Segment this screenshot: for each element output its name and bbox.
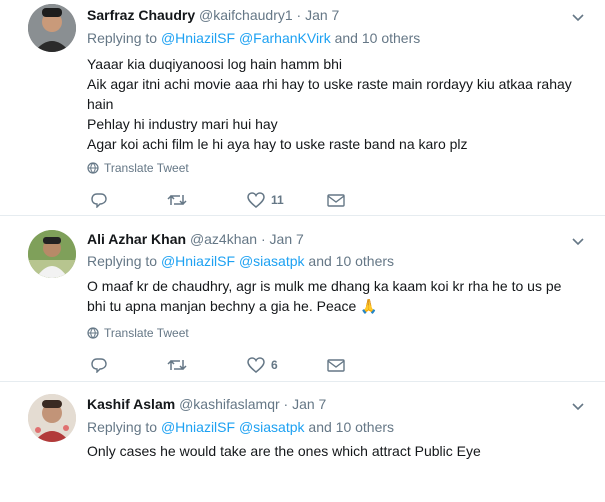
replying-label: Replying to: [87, 419, 158, 435]
handle[interactable]: @kashifaslamqr: [179, 396, 280, 412]
tweet-line: Pehlay hi industry mari hui hay: [87, 116, 278, 132]
like-icon: [247, 357, 265, 373]
others-link[interactable]: and 10 others: [335, 30, 421, 46]
avatar[interactable]: [28, 230, 76, 278]
tweet-header: Kashif Aslam @kashifaslamqr · Jan 7: [87, 395, 326, 413]
replying-to: Replying to @HniazilSF @siasatpk and 10 …: [87, 252, 394, 270]
avatar-image: [28, 230, 76, 278]
mention-link[interactable]: @HniazilSF: [161, 30, 235, 46]
reply-button[interactable]: [91, 190, 113, 210]
retweet-button[interactable]: [167, 355, 193, 375]
mention-link[interactable]: @siasatpk: [239, 253, 305, 269]
tweet-line: Yaaar kia duqiyanoosi log hain hamm bhi: [87, 56, 343, 72]
retweet-button[interactable]: [167, 190, 193, 210]
tweet-actions: 6: [87, 355, 407, 375]
retweet-icon: [167, 359, 187, 371]
translate-tweet[interactable]: Translate Tweet: [87, 325, 189, 341]
replying-to: Replying to @HniazilSF @siasatpk and 10 …: [87, 418, 394, 436]
tweet-text: Yaaar kia duqiyanoosi log hain hamm bhi …: [87, 54, 587, 154]
tweet-date[interactable]: · Jan 7: [297, 7, 340, 23]
display-name[interactable]: Kashif Aslam: [87, 396, 175, 412]
avatar-image: [28, 4, 76, 52]
display-name[interactable]: Sarfraz Chaudry: [87, 7, 195, 23]
mention-link[interactable]: @HniazilSF: [161, 253, 235, 269]
replying-label: Replying to: [87, 30, 158, 46]
tweet-header: Ali Azhar Khan @az4khan · Jan 7: [87, 230, 304, 248]
like-button[interactable]: 11: [247, 190, 284, 210]
like-count: 6: [271, 358, 278, 372]
like-count: 11: [271, 193, 284, 207]
tweet-text: O maaf kr de chaudhry, agr is mulk me dh…: [87, 276, 577, 316]
tweet-date[interactable]: · Jan 7: [284, 396, 327, 412]
translate-label: Translate Tweet: [104, 326, 189, 340]
like-button[interactable]: 6: [247, 355, 278, 375]
handle[interactable]: @kaifchaudry1: [199, 7, 293, 23]
avatar[interactable]: [28, 394, 76, 442]
tweet-actions: 11: [87, 190, 407, 210]
dm-icon: [327, 194, 345, 207]
mention-link[interactable]: @FarhanKVirk: [239, 30, 331, 46]
replying-label: Replying to: [87, 253, 158, 269]
avatar-image: [28, 394, 76, 442]
tweet-date[interactable]: · Jan 7: [261, 231, 304, 247]
reply-button[interactable]: [91, 355, 113, 375]
tweet[interactable]: Ali Azhar Khan @az4khan · Jan 7 Replying…: [0, 216, 605, 382]
tweet[interactable]: Kashif Aslam @kashifaslamqr · Jan 7 Repl…: [0, 382, 605, 502]
replying-to: Replying to @HniazilSF @FarhanKVirk and …: [87, 29, 420, 47]
display-name[interactable]: Ali Azhar Khan: [87, 231, 186, 247]
globe-icon: [87, 162, 99, 174]
chevron-down-icon[interactable]: [571, 234, 585, 248]
dm-icon: [327, 359, 345, 372]
tweet-line: Agar koi achi film le hi aya hay to uske…: [87, 136, 468, 152]
retweet-icon: [167, 194, 187, 206]
chevron-down-icon[interactable]: [571, 10, 585, 24]
tweet-text: Only cases he would take are the ones wh…: [87, 441, 587, 461]
globe-icon: [87, 327, 99, 339]
handle[interactable]: @az4khan: [190, 231, 257, 247]
mention-link[interactable]: @siasatpk: [239, 419, 305, 435]
reply-icon: [91, 358, 107, 373]
tweet-line: Aik agar itni achi movie aaa rhi hay to …: [87, 76, 572, 112]
tweet-header: Sarfraz Chaudry @kaifchaudry1 · Jan 7: [87, 6, 339, 24]
translate-label: Translate Tweet: [104, 161, 189, 175]
tweet-line: Only cases he would take are the ones wh…: [87, 443, 481, 459]
tweet-line: O maaf kr de chaudhry, agr is mulk me dh…: [87, 278, 562, 314]
others-link[interactable]: and 10 others: [308, 419, 394, 435]
dm-button[interactable]: [327, 355, 345, 375]
mention-link[interactable]: @HniazilSF: [161, 419, 235, 435]
dm-button[interactable]: [327, 190, 345, 210]
translate-tweet[interactable]: Translate Tweet: [87, 160, 189, 176]
chevron-down-icon[interactable]: [571, 399, 585, 413]
reply-icon: [91, 193, 107, 208]
avatar[interactable]: [28, 4, 76, 52]
like-icon: [247, 192, 265, 208]
others-link[interactable]: and 10 others: [308, 253, 394, 269]
tweet[interactable]: Sarfraz Chaudry @kaifchaudry1 · Jan 7 Re…: [0, 0, 605, 216]
